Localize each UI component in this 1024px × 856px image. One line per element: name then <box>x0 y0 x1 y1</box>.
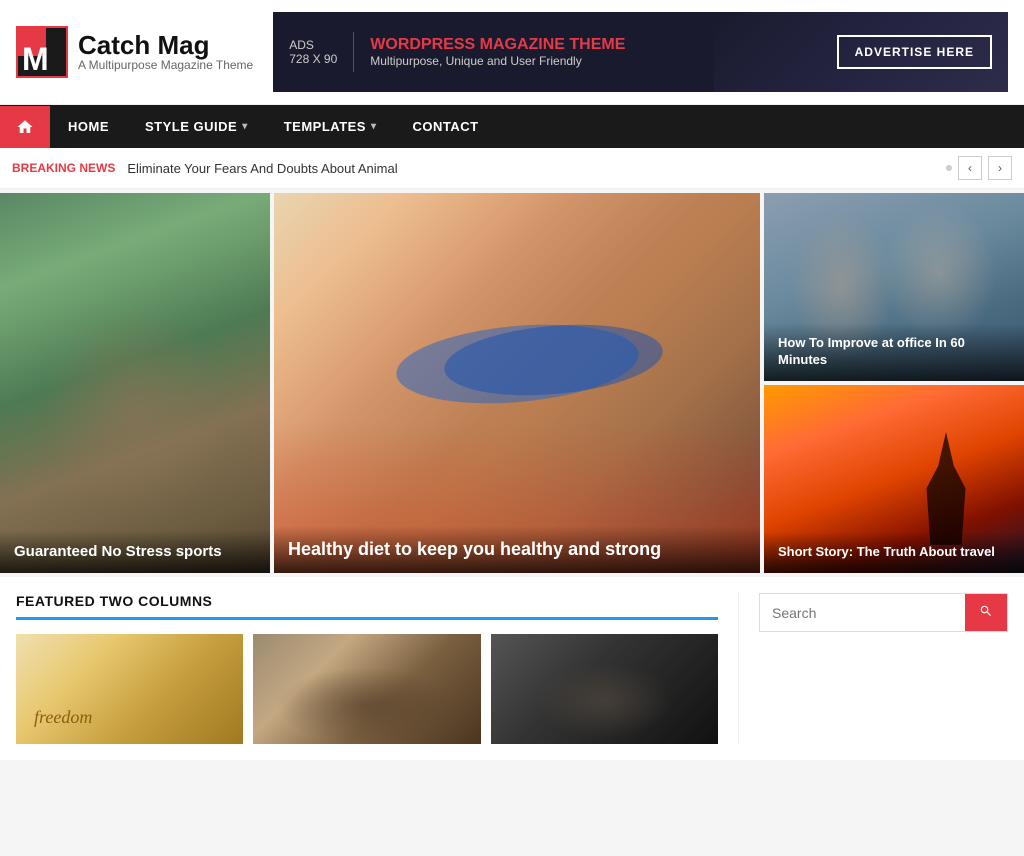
breaking-next-button[interactable]: › <box>988 156 1012 180</box>
ad-text: WORDPRESS MAGAZINE THEME Multipurpose, U… <box>370 36 625 68</box>
breaking-prev-button[interactable]: ‹ <box>958 156 982 180</box>
nav-label-templates: TEMPLATES <box>284 119 366 134</box>
nav-item-style-guide[interactable]: STYLE GUIDE ▾ <box>127 105 266 148</box>
site-name: Catch Mag <box>78 32 253 58</box>
featured-grid: freedom <box>16 634 718 744</box>
search-box <box>759 593 1008 632</box>
hero-caption-center: Healthy diet to keep you healthy and str… <box>274 526 760 573</box>
sidebar-column <box>738 593 1008 744</box>
breaking-news-nav: ‹ › <box>946 156 1012 180</box>
ad-size-label: ADS <box>289 38 337 52</box>
featured-card-3[interactable] <box>491 634 718 744</box>
hero-caption-right-top: How To Improve at office In 60 Minutes <box>764 323 1024 381</box>
hero-card-right-top[interactable]: How To Improve at office In 60 Minutes <box>764 193 1024 381</box>
hero-card-right-bottom[interactable]: Short Story: The Truth About travel <box>764 385 1024 573</box>
breaking-news-bar: BREAKING NEWS Eliminate Your Fears And D… <box>0 148 1024 189</box>
featured-text-freedom: freedom <box>26 701 100 734</box>
ad-size: ADS 728 X 90 <box>289 38 337 66</box>
home-icon <box>16 118 34 136</box>
featured-image-2 <box>253 634 480 744</box>
featured-column: FEATURED TWO COLUMNS freedom <box>16 593 738 744</box>
nav-bar: HOME STYLE GUIDE ▾ TEMPLATES ▾ CONTACT <box>0 105 1024 148</box>
search-input[interactable] <box>760 594 965 631</box>
featured-image-1: freedom <box>16 634 243 744</box>
featured-card-2[interactable] <box>253 634 480 744</box>
chevron-down-icon: ▾ <box>242 121 248 132</box>
ad-divider <box>353 32 354 72</box>
ad-banner: ADS 728 X 90 WORDPRESS MAGAZINE THEME Mu… <box>273 12 1008 92</box>
section-title-underline <box>16 617 718 620</box>
ad-subtext: Multipurpose, Unique and User Friendly <box>370 54 625 68</box>
logo-text: Catch Mag A Multipurpose Magazine Theme <box>78 32 253 72</box>
breaking-news-text: Eliminate Your Fears And Doubts About An… <box>127 161 934 176</box>
breaking-news-label: BREAKING NEWS <box>12 161 115 175</box>
ad-cta-button[interactable]: ADVERTISE HERE <box>837 35 992 69</box>
nav-home-icon-btn[interactable] <box>0 106 50 148</box>
site-tagline: A Multipurpose Magazine Theme <box>78 58 253 72</box>
hero-caption-right-bottom: Short Story: The Truth About travel <box>764 532 1024 573</box>
search-button[interactable] <box>965 594 1007 631</box>
featured-card-1[interactable]: freedom <box>16 634 243 744</box>
ad-size-value: 728 X 90 <box>289 52 337 66</box>
nav-label-home: HOME <box>68 119 109 134</box>
lower-section: FEATURED TWO COLUMNS freedom <box>0 577 1024 760</box>
nav-label-contact: CONTACT <box>413 119 479 134</box>
hero-image-woman-backpack <box>0 193 270 573</box>
ad-headline: WORDPRESS MAGAZINE THEME <box>370 36 625 54</box>
breaking-dot <box>946 165 952 171</box>
hero-image-sunglasses <box>274 193 760 573</box>
nav-label-style-guide: STYLE GUIDE <box>145 119 237 134</box>
hero-card-left[interactable]: Guaranteed No Stress sports <box>0 193 270 573</box>
nav-item-home[interactable]: HOME <box>50 105 127 148</box>
nav-item-templates[interactable]: TEMPLATES ▾ <box>266 105 395 148</box>
featured-section-title: FEATURED TWO COLUMNS <box>16 593 718 617</box>
hero-grid: Guaranteed No Stress sports Healthy diet… <box>0 193 1024 573</box>
logo[interactable]: M Catch Mag A Multipurpose Magazine Them… <box>16 26 253 78</box>
hero-caption-left: Guaranteed No Stress sports <box>0 530 270 574</box>
nav-item-contact[interactable]: CONTACT <box>395 105 497 148</box>
hero-card-center[interactable]: Healthy diet to keep you healthy and str… <box>274 193 760 573</box>
svg-text:M: M <box>22 41 49 77</box>
logo-icon: M <box>16 26 68 78</box>
nav-items: HOME STYLE GUIDE ▾ TEMPLATES ▾ CONTACT <box>50 105 497 148</box>
search-icon <box>979 604 993 618</box>
featured-image-3 <box>491 634 718 744</box>
site-header: M Catch Mag A Multipurpose Magazine Them… <box>0 0 1024 105</box>
chevron-down-icon: ▾ <box>371 121 377 132</box>
